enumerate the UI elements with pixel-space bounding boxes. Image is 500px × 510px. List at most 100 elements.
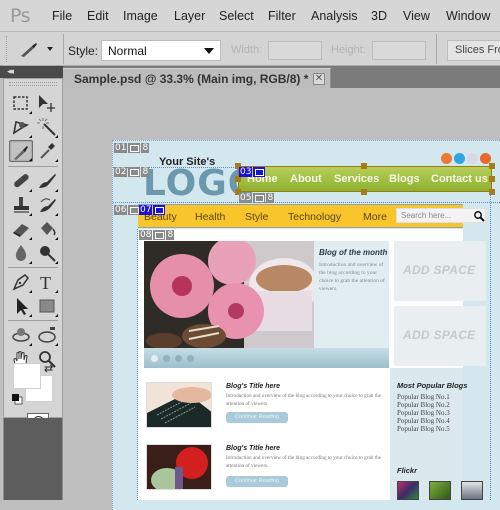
tool-preset-picker[interactable] bbox=[16, 38, 60, 60]
category-style[interactable]: Style bbox=[245, 211, 268, 223]
slice-handle[interactable] bbox=[489, 176, 495, 182]
height-label: Height: bbox=[331, 44, 366, 56]
menu-3d[interactable]: 3D bbox=[371, 9, 387, 23]
continue-reading-button[interactable]: Continue Reading bbox=[226, 412, 288, 423]
svg-text:T: T bbox=[40, 273, 51, 293]
path-selection-tool[interactable] bbox=[10, 295, 32, 317]
width-label: Width: bbox=[231, 44, 263, 56]
slice-tag-01[interactable]: 01 8 bbox=[114, 143, 150, 153]
type-tool[interactable]: T bbox=[36, 271, 58, 293]
menu-layer[interactable]: Layer bbox=[174, 9, 205, 23]
featured-image bbox=[144, 241, 314, 348]
clone-stamp-tool[interactable] bbox=[10, 194, 32, 216]
flickr-icon[interactable] bbox=[467, 153, 478, 164]
slice-guide bbox=[490, 192, 491, 500]
rectangular-marquee-tool[interactable] bbox=[10, 92, 32, 114]
popular-blog-link[interactable]: Popular Blog No.2 bbox=[397, 401, 450, 409]
healing-brush-tool[interactable] bbox=[10, 170, 32, 192]
rectangle-tool[interactable] bbox=[36, 295, 58, 317]
menu-image[interactable]: Image bbox=[123, 9, 158, 23]
eraser-tool[interactable] bbox=[10, 218, 32, 240]
slider-dot-active[interactable] bbox=[151, 355, 158, 362]
nav-about[interactable]: About bbox=[290, 173, 322, 185]
collapse-icon[interactable]: ◂◂ bbox=[7, 66, 14, 77]
menu-select[interactable]: Select bbox=[219, 9, 254, 23]
nav-blogs[interactable]: Blogs bbox=[389, 173, 420, 185]
height-input[interactable] bbox=[372, 41, 426, 60]
menu-window[interactable]: Window bbox=[446, 9, 490, 23]
swap-colors-icon[interactable]: ⇄ bbox=[44, 362, 53, 375]
featured-body: Introduction and overview of the blog ac… bbox=[319, 262, 385, 292]
twitter-icon[interactable] bbox=[454, 153, 465, 164]
popular-blog-link[interactable]: Popular Blog No.1 bbox=[397, 393, 450, 401]
nav-contact[interactable]: Contact us bbox=[431, 173, 488, 185]
continue-reading-button[interactable]: Continue Reading bbox=[226, 476, 288, 487]
menu-file[interactable]: File bbox=[52, 9, 72, 23]
slice-tag-05[interactable]: 05 8 bbox=[239, 193, 275, 203]
nav-services[interactable]: Services bbox=[334, 173, 379, 185]
popular-blog-link[interactable]: Popular Blog No.5 bbox=[397, 425, 450, 433]
options-separator bbox=[63, 34, 64, 64]
style-dropdown[interactable]: Normal bbox=[101, 40, 221, 61]
close-tab-icon[interactable]: ✕ bbox=[313, 73, 325, 85]
category-technology[interactable]: Technology bbox=[288, 211, 341, 223]
slice-select-tool[interactable] bbox=[9, 140, 33, 162]
slice-tag-02[interactable]: 02 8 bbox=[114, 167, 150, 177]
blur-tool[interactable] bbox=[10, 242, 32, 264]
eyedropper-tool[interactable] bbox=[36, 140, 58, 162]
history-brush-tool[interactable] bbox=[36, 194, 58, 216]
foreground-color-swatch[interactable] bbox=[13, 363, 41, 389]
tools-panel-grip[interactable] bbox=[9, 82, 57, 86]
image-slice-icon bbox=[153, 230, 166, 240]
blog-title[interactable]: Blog's Title here bbox=[226, 445, 280, 452]
rss-icon[interactable] bbox=[441, 153, 452, 164]
paint-bucket-tool[interactable] bbox=[36, 218, 58, 240]
category-health[interactable]: Health bbox=[195, 211, 225, 223]
menu-analysis[interactable]: Analysis bbox=[311, 9, 358, 23]
blog-title[interactable]: Blog's Title here bbox=[226, 383, 280, 390]
lasso-tool[interactable] bbox=[10, 116, 32, 138]
brush-tool[interactable] bbox=[36, 170, 58, 192]
image-slice-icon bbox=[153, 205, 166, 215]
site-search-input[interactable]: Search here... bbox=[396, 208, 486, 223]
image-slice-icon bbox=[253, 167, 266, 177]
slice-handle[interactable] bbox=[489, 163, 495, 169]
chevron-down-icon bbox=[204, 48, 214, 54]
width-input[interactable] bbox=[268, 41, 322, 60]
blog-excerpt: Introduction and overview of the blog ac… bbox=[226, 393, 381, 407]
featured-title: Blog of the month bbox=[319, 248, 388, 257]
flickr-thumbnail[interactable] bbox=[397, 481, 419, 500]
dodge-tool[interactable] bbox=[36, 242, 58, 264]
flickr-thumbnail[interactable] bbox=[429, 481, 451, 500]
search-icon[interactable] bbox=[473, 210, 485, 222]
move-tool[interactable] bbox=[36, 92, 58, 114]
magic-wand-tool[interactable] bbox=[36, 116, 58, 138]
3d-orbit-tool[interactable] bbox=[36, 324, 58, 346]
slice-tag-08[interactable]: 08 8 bbox=[139, 230, 175, 240]
slices-from-guides-button[interactable]: Slices From Guides bbox=[447, 40, 500, 61]
menu-edit[interactable]: Edit bbox=[87, 9, 109, 23]
slice-tag-06[interactable]: 06 bbox=[114, 205, 141, 215]
popular-blog-link[interactable]: Popular Blog No.3 bbox=[397, 409, 450, 417]
slider-dot[interactable] bbox=[175, 355, 182, 362]
move-icon bbox=[39, 95, 55, 112]
slice-handle[interactable] bbox=[361, 189, 367, 195]
flickr-thumbnail[interactable] bbox=[461, 481, 483, 500]
menu-filter[interactable]: Filter bbox=[268, 9, 296, 23]
slice-handle[interactable] bbox=[361, 163, 367, 169]
document-tab[interactable]: Sample.psd @ 33.3% (Main img, RGB/8) * ✕ bbox=[63, 68, 331, 88]
slider-dot[interactable] bbox=[187, 355, 194, 362]
default-colors-icon[interactable] bbox=[12, 392, 23, 405]
3d-rotate-tool[interactable] bbox=[10, 324, 32, 346]
options-bar-grip[interactable] bbox=[6, 36, 10, 62]
blog-thumbnail bbox=[146, 382, 212, 428]
slice-tag-03[interactable]: 03 bbox=[239, 167, 266, 177]
category-more[interactable]: More bbox=[363, 211, 387, 223]
menu-view[interactable]: View bbox=[403, 9, 430, 23]
blog-thumbnail bbox=[146, 444, 212, 490]
popular-blog-link[interactable]: Popular Blog No.4 bbox=[397, 417, 450, 425]
pen-tool[interactable] bbox=[10, 271, 32, 293]
slice-tag-07[interactable]: 07 bbox=[139, 205, 166, 215]
slider-dot[interactable] bbox=[163, 355, 170, 362]
image-slice-icon bbox=[253, 193, 266, 203]
